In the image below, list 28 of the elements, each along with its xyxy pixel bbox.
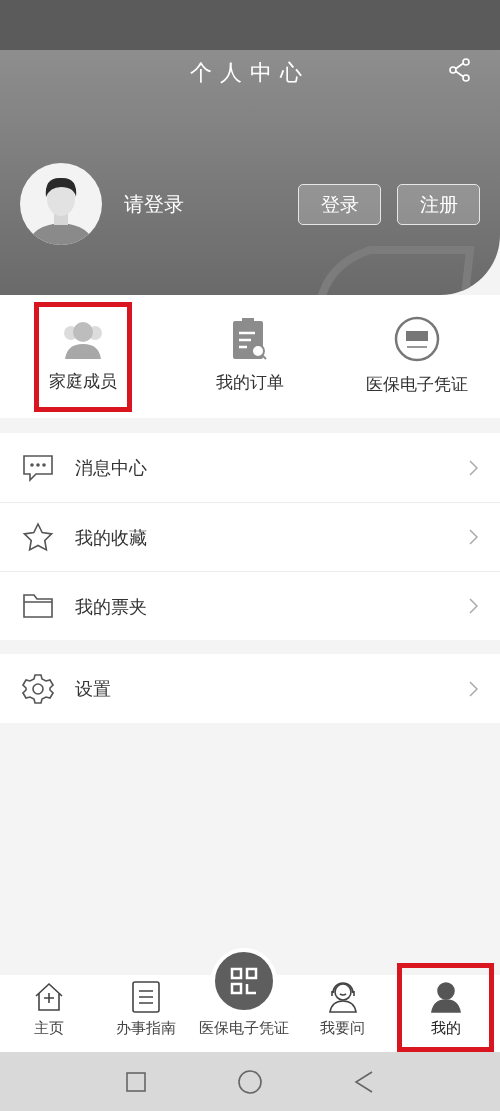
chevron-right-icon	[469, 529, 478, 545]
folder-icon	[22, 593, 54, 619]
person-icon	[429, 980, 462, 1013]
chevron-right-icon	[469, 598, 478, 614]
shortcut-item[interactable]: 家庭成员	[34, 301, 133, 412]
shortcut-item[interactable]: 我的订单	[201, 301, 299, 412]
tab-item[interactable]: 我的	[397, 963, 494, 1052]
tab-item[interactable]: 主页	[0, 975, 97, 1052]
back-icon[interactable]	[354, 1070, 374, 1093]
document-icon	[131, 980, 160, 1013]
badge-icon	[393, 315, 440, 362]
home-circle-icon[interactable]	[238, 1069, 262, 1094]
chevron-right-icon	[469, 680, 478, 697]
settings-icon	[22, 672, 54, 705]
recent-apps-icon[interactable]	[126, 1071, 146, 1092]
chevron-right-icon	[469, 459, 478, 476]
headset-person-icon	[326, 980, 359, 1013]
tab-item[interactable]: 我要问	[294, 975, 391, 1052]
page-title: 个人中心	[190, 59, 310, 87]
share-icon[interactable]	[449, 58, 471, 82]
clipboard-search-icon	[232, 317, 268, 360]
chat-icon	[22, 453, 54, 482]
shortcut-item[interactable]: 医保电子凭证	[350, 301, 483, 412]
tab-item[interactable]: 办事指南	[97, 975, 194, 1052]
login-prompt[interactable]: 请登录	[124, 189, 298, 219]
tab-item[interactable]: 医保电子凭证	[194, 943, 294, 1052]
star-icon	[22, 522, 54, 552]
qr-code-icon	[230, 967, 258, 995]
